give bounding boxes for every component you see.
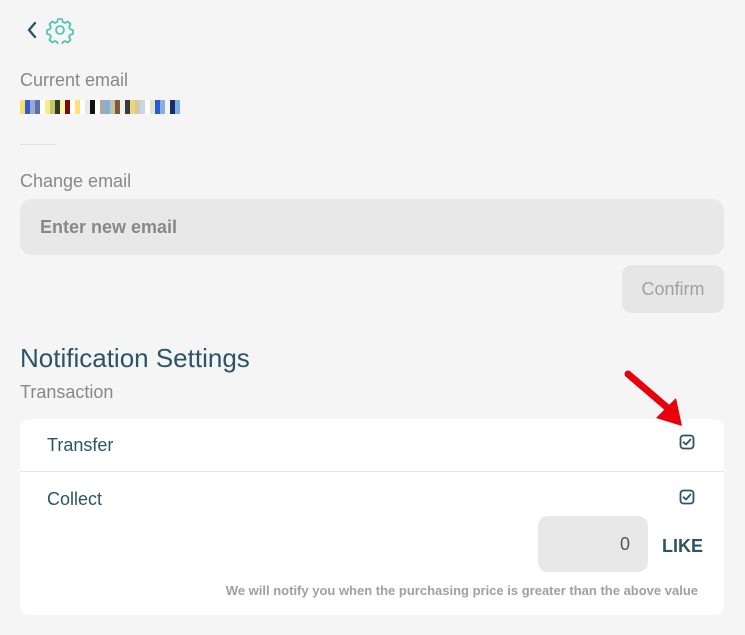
row-divider bbox=[20, 471, 724, 472]
notification-settings-title: Notification Settings bbox=[20, 343, 250, 373]
red-arrow-icon bbox=[624, 370, 682, 426]
transaction-settings-card: Transfer Collect 0 LIKE We will notify y… bbox=[20, 419, 724, 615]
new-email-input[interactable] bbox=[20, 199, 724, 255]
change-email-label: Change email bbox=[20, 171, 132, 191]
chevron-left-icon[interactable] bbox=[26, 20, 38, 40]
settings-page: Current email Change email Confirm Notif… bbox=[0, 0, 745, 635]
transfer-checkbox[interactable] bbox=[679, 434, 695, 450]
transaction-section-label: Transaction bbox=[20, 382, 114, 402]
price-threshold-value: 0 bbox=[619, 533, 630, 554]
gear-icon[interactable] bbox=[46, 16, 74, 44]
collect-label: Collect bbox=[47, 489, 103, 509]
checkbox-checked-icon bbox=[679, 434, 695, 450]
confirm-button[interactable]: Confirm bbox=[622, 265, 724, 313]
threshold-note: We will notify you when the purchasing p… bbox=[225, 583, 698, 598]
current-email-label: Current email bbox=[20, 70, 129, 90]
divider bbox=[20, 144, 56, 145]
like-unit-label: LIKE bbox=[662, 536, 704, 556]
top-bar bbox=[26, 16, 74, 44]
transfer-label: Transfer bbox=[47, 435, 114, 455]
checkbox-checked-icon bbox=[679, 489, 695, 505]
price-threshold-input[interactable]: 0 bbox=[538, 516, 648, 572]
current-email-value bbox=[20, 100, 180, 114]
collect-checkbox[interactable] bbox=[679, 489, 695, 505]
